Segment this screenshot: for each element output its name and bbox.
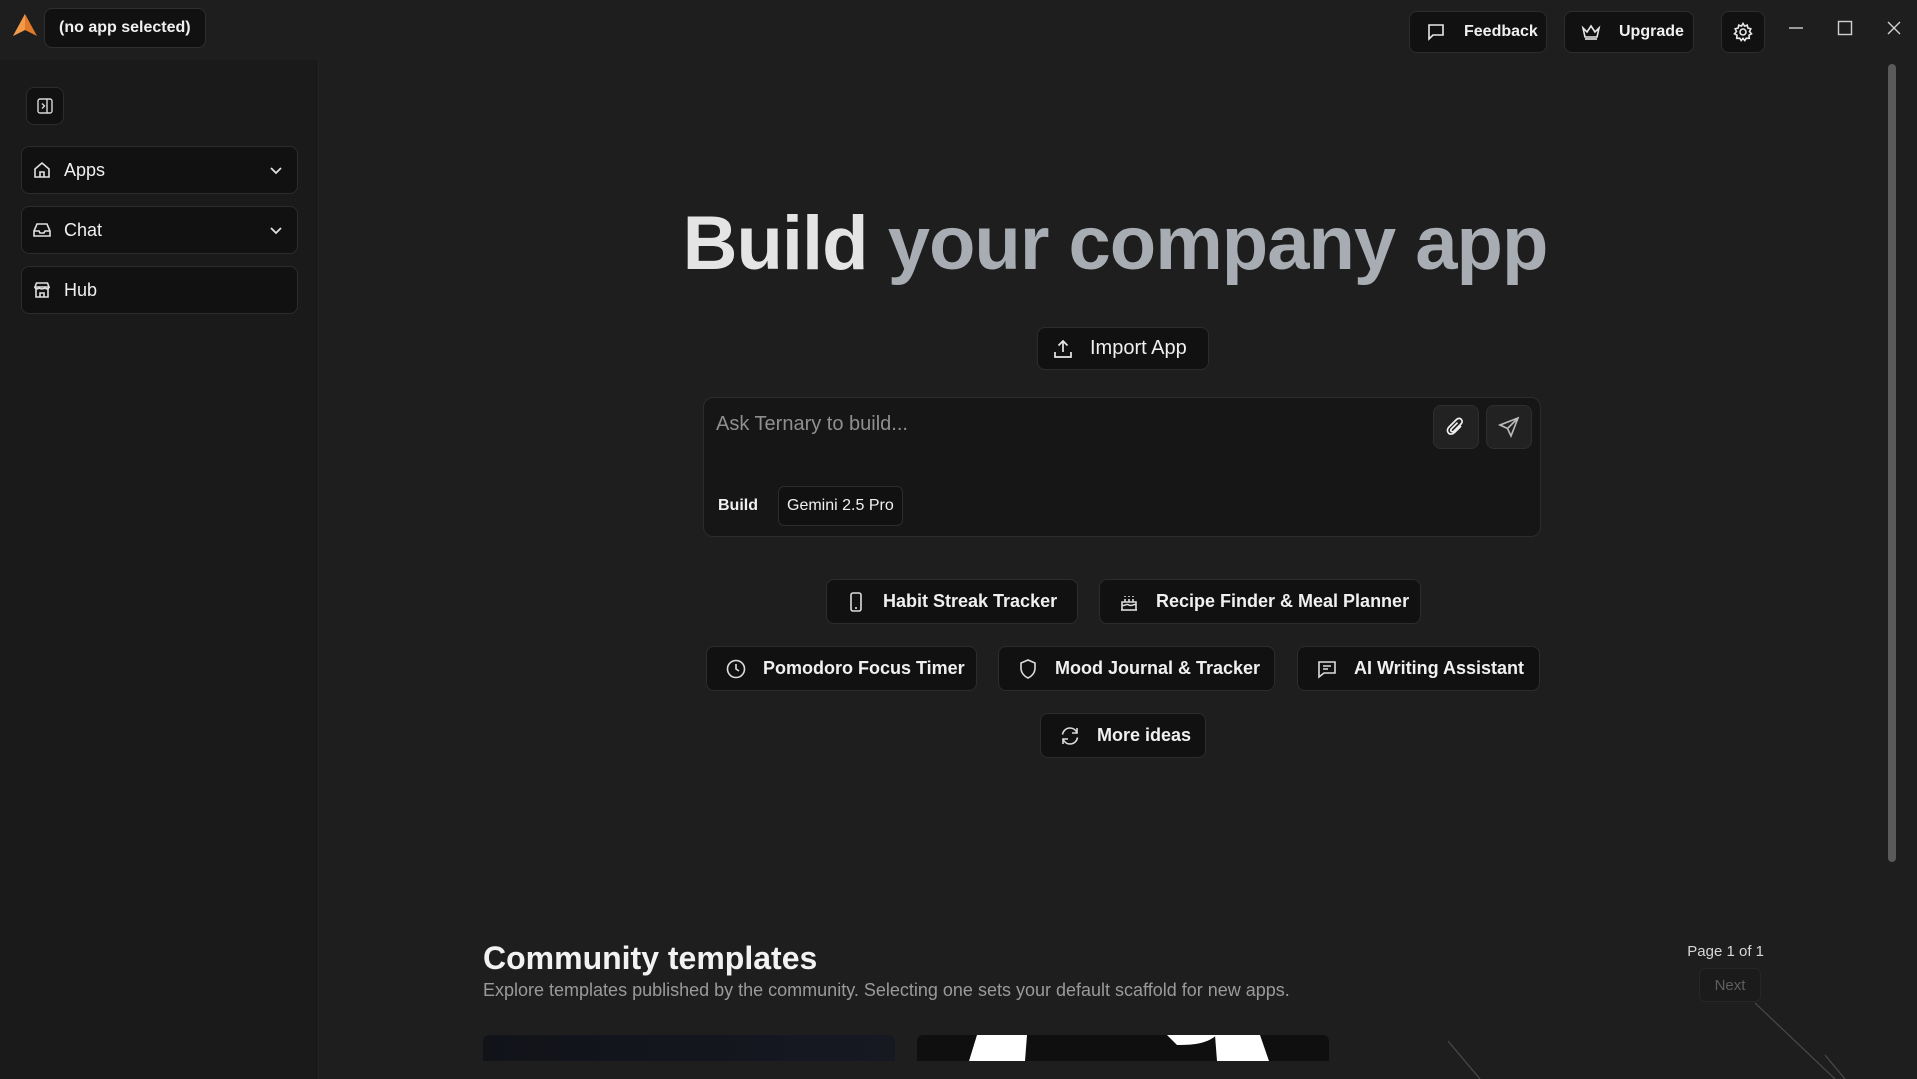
scrollbar-thumb[interactable] xyxy=(1888,64,1896,862)
template-card[interactable] xyxy=(483,1035,895,1061)
idea-label: Habit Streak Tracker xyxy=(883,591,1058,611)
prompt-input[interactable] xyxy=(714,408,1438,440)
clock-icon xyxy=(726,659,746,678)
crown-icon xyxy=(1581,24,1601,40)
more-ideas-label: More ideas xyxy=(1097,725,1192,745)
idea-mood-journal[interactable]: Mood Journal & Tracker xyxy=(998,646,1275,691)
sidebar-item-chat[interactable]: Chat xyxy=(21,206,298,254)
chevron-down-icon xyxy=(270,167,282,175)
upload-icon xyxy=(1054,339,1072,358)
model-label: Gemini 2.5 Pro xyxy=(787,497,894,514)
community-description: Explore templates published by the commu… xyxy=(483,980,1290,1000)
next-label: Next xyxy=(1714,976,1746,994)
title-bar: (no app selected) Feedback Upgrade xyxy=(0,0,1917,60)
app-selector-label: (no app selected) xyxy=(59,19,191,36)
sidebar-item-label: Apps xyxy=(64,159,106,180)
send-button[interactable] xyxy=(1486,405,1532,449)
upgrade-label: Upgrade xyxy=(1619,23,1684,40)
prompt-box: Build Gemini 2.5 Pro xyxy=(703,397,1541,537)
sidebar-item-apps[interactable]: Apps xyxy=(21,146,298,194)
close-window-button[interactable] xyxy=(1878,14,1910,42)
idea-ai-writing-assistant[interactable]: AI Writing Assistant xyxy=(1297,646,1540,691)
feedback-button[interactable]: Feedback xyxy=(1409,11,1547,53)
idea-habit-streak-tracker[interactable]: Habit Streak Tracker xyxy=(826,579,1078,624)
maximize-button[interactable] xyxy=(1829,14,1861,42)
feedback-label: Feedback xyxy=(1464,23,1538,40)
mode-selector[interactable]: Build xyxy=(710,486,766,526)
gear-icon xyxy=(1733,22,1753,42)
sidebar: Apps Chat Hub xyxy=(0,60,319,1079)
sidebar-item-hub[interactable]: Hub xyxy=(21,266,298,314)
idea-label: Recipe Finder & Meal Planner xyxy=(1156,591,1410,611)
feedback-icon xyxy=(1428,24,1444,41)
sidebar-toggle-icon xyxy=(37,98,53,114)
settings-button[interactable] xyxy=(1721,11,1765,53)
sidebar-toggle-button[interactable] xyxy=(26,87,64,125)
import-app-label: Import App xyxy=(1090,337,1187,359)
app-selector[interactable]: (no app selected) xyxy=(44,8,206,48)
more-ideas-button[interactable]: More ideas xyxy=(1040,713,1206,758)
paperclip-icon xyxy=(1446,417,1463,435)
idea-label: AI Writing Assistant xyxy=(1354,658,1525,678)
title-part-accent: your company app xyxy=(887,201,1549,286)
mode-label: Build xyxy=(718,497,758,514)
template-card[interactable] xyxy=(917,1035,1329,1061)
page-title: Build your company app xyxy=(360,200,1870,287)
message-icon xyxy=(1318,660,1336,679)
app-window: (no app selected) Feedback Upgrade Apps … xyxy=(0,0,1917,1079)
sidebar-item-label: Chat xyxy=(64,219,103,240)
title-part-build: Build xyxy=(682,201,869,286)
upgrade-button[interactable]: Upgrade xyxy=(1564,11,1694,53)
model-selector[interactable]: Gemini 2.5 Pro xyxy=(778,486,903,526)
decorative-lines xyxy=(1447,1002,1846,1079)
minimize-button[interactable] xyxy=(1780,14,1812,42)
app-logo-icon xyxy=(13,14,37,36)
page-info: Page 1 of 1 xyxy=(1687,943,1764,960)
refresh-icon xyxy=(1061,726,1079,745)
template-thumbnail xyxy=(969,1035,1269,1061)
shield-icon xyxy=(1020,658,1036,679)
home-icon xyxy=(34,161,50,178)
idea-recipe-finder[interactable]: Recipe Finder & Meal Planner xyxy=(1099,579,1421,624)
send-icon xyxy=(1498,416,1520,438)
inbox-icon xyxy=(33,223,51,237)
minimize-icon xyxy=(1789,27,1803,29)
chevron-down-icon xyxy=(270,227,282,235)
import-app-button[interactable]: Import App xyxy=(1037,327,1209,370)
community-title: Community templates xyxy=(483,940,818,976)
idea-label: Mood Journal & Tracker xyxy=(1055,658,1261,678)
sidebar-item-label: Hub xyxy=(64,279,98,300)
attach-button[interactable] xyxy=(1433,405,1479,449)
cake-icon xyxy=(1121,595,1137,611)
close-icon xyxy=(1887,21,1901,35)
maximize-icon xyxy=(1837,20,1853,36)
store-icon xyxy=(33,282,51,298)
idea-pomodoro-focus-timer[interactable]: Pomodoro Focus Timer xyxy=(706,646,977,691)
smartphone-icon xyxy=(850,591,862,612)
idea-label: Pomodoro Focus Timer xyxy=(763,658,965,678)
